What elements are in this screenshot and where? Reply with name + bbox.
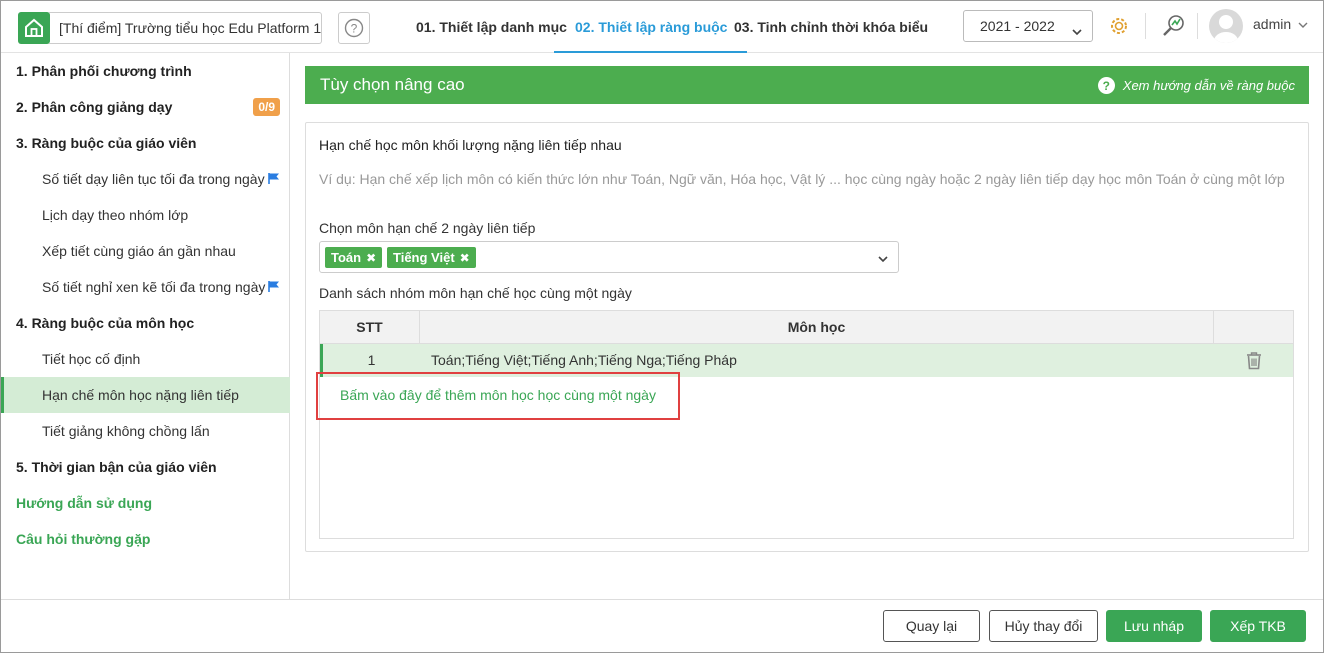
- constraint-example: Ví dụ: Hạn chế xếp lịch môn có kiến thức…: [319, 171, 1285, 187]
- tab-timetable-tuning[interactable]: 03. Tinh chỉnh thời khóa biểu: [734, 1, 928, 53]
- column-header-stt: STT: [320, 311, 420, 344]
- sidebar-link-user-guide[interactable]: Hướng dẫn sử dụng: [1, 485, 290, 521]
- tab-category-setup[interactable]: 01. Thiết lập danh mục: [416, 1, 567, 53]
- user-name[interactable]: admin: [1253, 16, 1291, 32]
- sidebar-item-limit-heavy-subjects[interactable]: Hạn chế môn học nặng liên tiếp: [1, 377, 290, 413]
- constraint-heading: Hạn chế học môn khối lượng nặng liên tiế…: [319, 137, 622, 153]
- subject-tag: Toán ✖: [325, 247, 383, 268]
- sidebar-item-label: Số tiết nghỉ xen kẽ tối đa trong ngày: [42, 279, 266, 295]
- sidebar-item-non-overlap[interactable]: Tiết giảng không chồng lấn: [1, 413, 290, 449]
- sidebar-item-label: Số tiết dạy liên tục tối đa trong ngày: [42, 171, 265, 187]
- sidebar-item-teacher-busy-time[interactable]: 5. Thời gian bận của giáo viên: [1, 449, 290, 485]
- chevron-down-icon: [1070, 19, 1084, 49]
- sidebar-item-fixed-periods[interactable]: Tiết học cố định: [1, 341, 290, 377]
- constraint-guide-link[interactable]: ? Xem hướng dẫn về ràng buộc: [1097, 77, 1295, 94]
- guide-link-label: Xem hướng dẫn về ràng buộc: [1122, 78, 1295, 93]
- section-title-bar: Tùy chọn nâng cao ? Xem hướng dẫn về ràn…: [305, 66, 1309, 104]
- subject-tag: Tiếng Việt ✖: [387, 247, 476, 268]
- subject-group-table: STT Môn học 1 Toán;Tiếng Việt;Tiếng Anh;…: [319, 310, 1294, 539]
- school-selector[interactable]: [Thí điểm] Trường tiểu học Edu Platform …: [49, 12, 322, 44]
- save-draft-button[interactable]: Lưu nháp: [1106, 610, 1202, 642]
- sidebar-item-program-distribution[interactable]: 1. Phân phối chương trình: [1, 53, 290, 89]
- sidebar-item-same-lesson-plan[interactable]: Xếp tiết cùng giáo án gần nhau: [1, 233, 290, 269]
- sidebar-item-teacher-constraints[interactable]: 3. Ràng buộc của giáo viên: [1, 125, 290, 161]
- school-year-value: 2021 - 2022: [980, 18, 1055, 34]
- remove-tag-icon[interactable]: ✖: [460, 251, 470, 265]
- column-header-actions: [1214, 311, 1293, 344]
- sidebar-item-max-breaks[interactable]: Số tiết nghỉ xen kẽ tối đa trong ngày: [1, 269, 290, 305]
- chevron-down-icon[interactable]: [1297, 18, 1309, 34]
- annotation-highlight-box: [316, 372, 680, 420]
- subject-select-label: Chọn môn hạn chế 2 ngày liên tiếp: [319, 220, 536, 236]
- tab-constraint-setup[interactable]: 02. Thiết lập ràng buộc: [554, 1, 748, 53]
- sidebar: 1. Phân phối chương trình 2. Phân công g…: [1, 53, 290, 599]
- sidebar-item-max-consecutive-periods[interactable]: Số tiết dạy liên tục tối đa trong ngày: [1, 161, 290, 197]
- subject-tag-label: Tiếng Việt: [393, 250, 455, 265]
- constraint-panel: Hạn chế học môn khối lượng nặng liên tiế…: [305, 122, 1309, 552]
- sidebar-item-teaching-assignment[interactable]: 2. Phân công giảng dạy 0/9: [1, 89, 290, 125]
- back-button[interactable]: Quay lại: [883, 610, 980, 642]
- header-divider: [1145, 13, 1146, 39]
- remove-tag-icon[interactable]: ✖: [366, 251, 376, 265]
- action-footer: Quay lại Hủy thay đổi Lưu nháp Xếp TKB: [1, 599, 1323, 652]
- count-badge: 0/9: [253, 98, 280, 116]
- main-content: Tùy chọn nâng cao ? Xem hướng dẫn về ràn…: [291, 53, 1323, 599]
- chevron-down-icon[interactable]: [877, 252, 889, 268]
- page-title: Tùy chọn nâng cao: [320, 75, 465, 94]
- subject-multiselect[interactable]: Toán ✖ Tiếng Việt ✖: [319, 241, 899, 273]
- subject-tag-label: Toán: [331, 250, 362, 265]
- home-icon[interactable]: [18, 12, 50, 44]
- column-header-subjects: Môn học: [420, 311, 1214, 344]
- sidebar-item-class-group-schedule[interactable]: Lịch dạy theo nhóm lớp: [1, 197, 290, 233]
- school-year-select[interactable]: 2021 - 2022: [963, 10, 1093, 42]
- flag-icon: [268, 270, 280, 306]
- help-icon[interactable]: ?: [338, 12, 370, 44]
- subject-group-list-label: Danh sách nhóm môn hạn chế học cùng một …: [319, 285, 632, 301]
- search-chart-icon[interactable]: [1160, 12, 1188, 40]
- settings-gear-icon[interactable]: [1105, 12, 1133, 40]
- discard-changes-button[interactable]: Hủy thay đổi: [989, 610, 1098, 642]
- svg-text:?: ?: [351, 22, 358, 36]
- sidebar-item-subject-constraints[interactable]: 4. Ràng buộc của môn học: [1, 305, 290, 341]
- avatar[interactable]: [1209, 9, 1243, 43]
- sidebar-link-faq[interactable]: Câu hỏi thường gặp: [1, 521, 290, 557]
- flag-icon: [267, 162, 280, 198]
- trash-icon[interactable]: [1245, 351, 1263, 371]
- top-header: [Thí điểm] Trường tiểu học Edu Platform …: [1, 1, 1323, 53]
- header-divider: [1197, 13, 1198, 39]
- generate-timetable-button[interactable]: Xếp TKB: [1210, 610, 1306, 642]
- question-icon: ?: [1097, 77, 1115, 94]
- sidebar-item-label: 2. Phân công giảng dạy: [16, 99, 173, 115]
